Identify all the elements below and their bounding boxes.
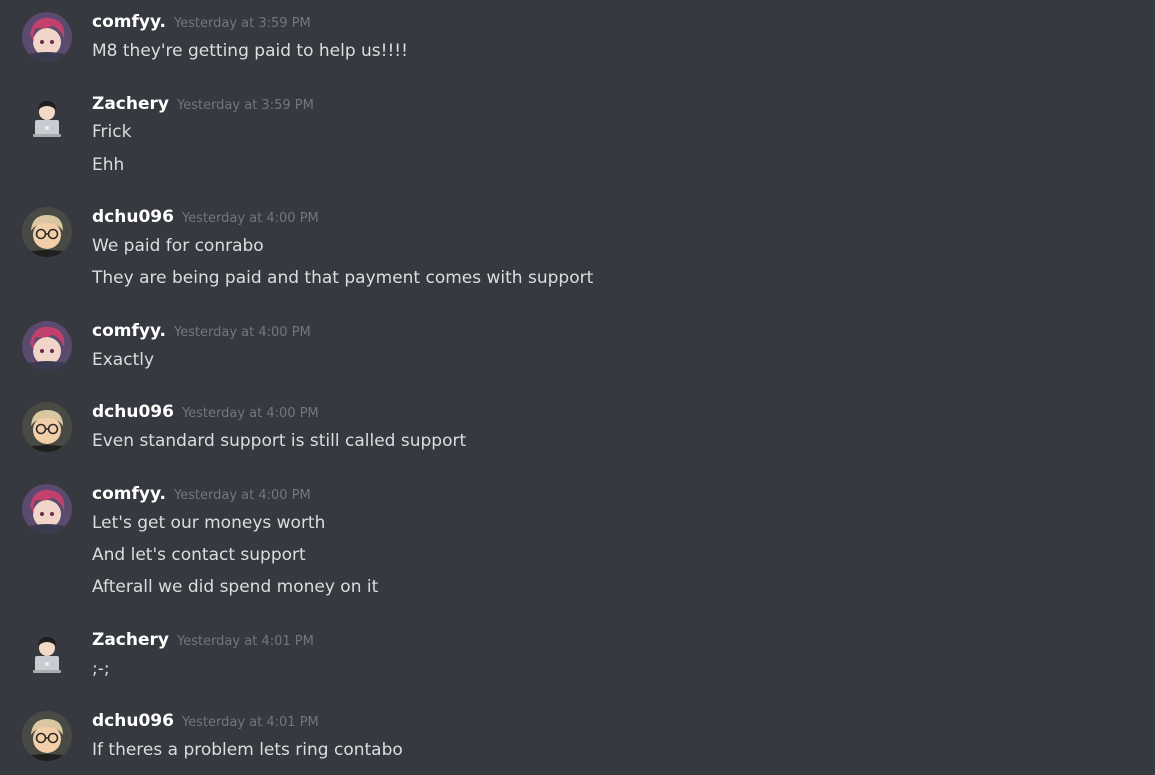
message-text: Frick	[92, 122, 132, 142]
message-text: We paid for conrabo	[92, 236, 264, 256]
boy-glasses-avatar-icon[interactable]	[22, 711, 72, 761]
username[interactable]: dchu096	[92, 711, 174, 731]
message-header: Zachery Yesterday at 4:01 PM	[92, 630, 314, 654]
message-text: Let's get our moneys worth	[92, 513, 326, 533]
timestamp[interactable]: Yesterday at 4:00 PM	[182, 406, 319, 421]
username[interactable]: Zachery	[92, 94, 169, 114]
message-header: Zachery Yesterday at 3:59 PM	[92, 94, 314, 118]
laptop-person-avatar-icon[interactable]	[22, 94, 72, 144]
timestamp[interactable]: Yesterday at 4:00 PM	[174, 488, 311, 503]
timestamp[interactable]: Yesterday at 3:59 PM	[174, 16, 311, 31]
message-header: comfyy. Yesterday at 3:59 PM	[92, 12, 311, 36]
message-text: And let's contact support	[92, 545, 306, 565]
message-text: They are being paid and that payment com…	[92, 268, 594, 288]
username[interactable]: dchu096	[92, 402, 174, 422]
boy-glasses-avatar-icon[interactable]	[22, 207, 72, 257]
anime-girl-avatar-icon[interactable]	[22, 12, 72, 62]
message-header: dchu096 Yesterday at 4:01 PM	[92, 711, 319, 735]
message-header: dchu096 Yesterday at 4:00 PM	[92, 402, 319, 426]
username[interactable]: Zachery	[92, 630, 169, 650]
timestamp[interactable]: Yesterday at 4:01 PM	[177, 634, 314, 649]
message-text: Even standard support is still called su…	[92, 431, 467, 451]
message-text: Ehh	[92, 155, 125, 175]
message-header: comfyy. Yesterday at 4:00 PM	[92, 321, 311, 345]
message-text: If theres a problem lets ring contabo	[92, 740, 403, 760]
username[interactable]: dchu096	[92, 207, 174, 227]
anime-girl-avatar-icon[interactable]	[22, 321, 72, 371]
timestamp[interactable]: Yesterday at 4:01 PM	[182, 715, 319, 730]
username[interactable]: comfyy.	[92, 12, 166, 32]
laptop-person-avatar-icon[interactable]	[22, 630, 72, 680]
username[interactable]: comfyy.	[92, 484, 166, 504]
anime-girl-avatar-icon[interactable]	[22, 484, 72, 534]
username[interactable]: comfyy.	[92, 321, 166, 341]
message-header: comfyy. Yesterday at 4:00 PM	[92, 484, 311, 508]
timestamp[interactable]: Yesterday at 3:59 PM	[177, 98, 314, 113]
message-header: dchu096 Yesterday at 4:00 PM	[92, 207, 319, 231]
timestamp[interactable]: Yesterday at 4:00 PM	[174, 325, 311, 340]
message-text: ;-;	[92, 659, 110, 679]
message-text: M8 they're getting paid to help us!!!!	[92, 41, 408, 61]
message-text: Exactly	[92, 350, 155, 370]
boy-glasses-avatar-icon[interactable]	[22, 402, 72, 452]
timestamp[interactable]: Yesterday at 4:00 PM	[182, 211, 319, 226]
message-text: Afterall we did spend money on it	[92, 577, 379, 597]
chat-message-list: comfyy. Yesterday at 3:59 PM M8 they're g…	[0, 0, 1155, 775]
